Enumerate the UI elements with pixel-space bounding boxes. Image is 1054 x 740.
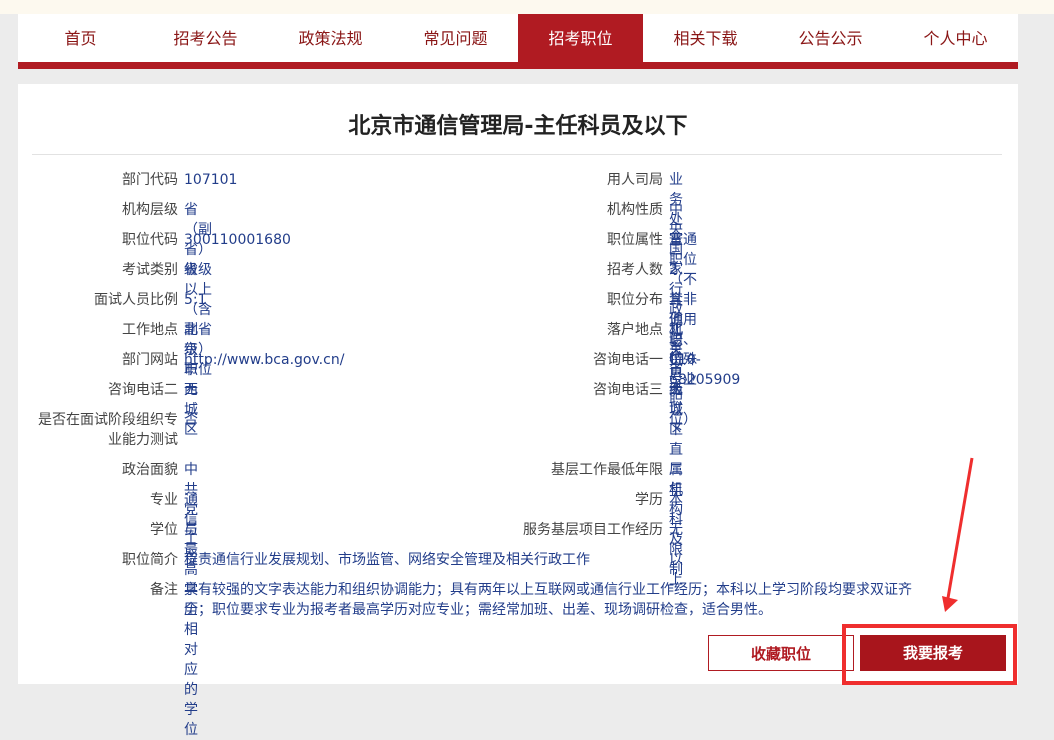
phone1-label: 咨询电话一 <box>593 352 663 368</box>
title-divider <box>32 154 1002 155</box>
dept-code-label: 部门代码 <box>122 172 178 188</box>
phone3-value: 无 <box>669 382 683 398</box>
pro-test-label-line1: 是否在面试阶段组织专 <box>38 412 178 428</box>
dept-website-link[interactable]: http://www.bca.gov.cn/ <box>184 350 344 370</box>
nav-home[interactable]: 首页 <box>18 14 143 62</box>
org-nature-label: 机构性质 <box>607 202 663 218</box>
main-nav: 首页 招考公告 政策法规 常见问题 招考职位 相关下载 公告公示 个人中心 <box>18 14 1018 62</box>
nav-notices[interactable]: 公告公示 <box>768 14 893 62</box>
hire-count-value: 2 <box>669 262 678 278</box>
nav-downloads[interactable]: 相关下载 <box>643 14 768 62</box>
nav-faq[interactable]: 常见问题 <box>393 14 518 62</box>
pro-test-value: 否 <box>184 412 198 428</box>
nav-user-center[interactable]: 个人中心 <box>893 14 1018 62</box>
interview-ratio-value: 5:1 <box>184 292 207 308</box>
nav-policies[interactable]: 政策法规 <box>268 14 393 62</box>
interview-ratio-label: 面试人员比例 <box>94 292 178 308</box>
favorite-position-button[interactable]: 收藏职位 <box>708 635 854 671</box>
apply-button[interactable]: 我要报考 <box>860 635 1006 671</box>
hiring-division-label: 用人司局 <box>607 172 663 188</box>
intro-label: 职位简介 <box>122 552 178 568</box>
nav-positions[interactable]: 招考职位 <box>518 14 643 62</box>
min-grassroots-label: 基层工作最低年限 <box>551 462 663 478</box>
page-title: 北京市通信管理局-主任科员及以下 <box>348 114 688 139</box>
position-detail-card: 北京市通信管理局-主任科员及以下 部门代码 107101 用人司局 业务处室 机… <box>18 84 1018 738</box>
political-label: 政治面貌 <box>122 462 178 478</box>
notes-label: 备注 <box>150 582 178 598</box>
org-level-label: 机构层级 <box>122 202 178 218</box>
dept-website-label: 部门网站 <box>122 352 178 368</box>
exam-type-label: 考试类别 <box>122 262 178 278</box>
nav-announcements[interactable]: 招考公告 <box>143 14 268 62</box>
notes-value-line2: 全；职位要求专业为报考者最高学历对应专业；需经常加班、出差、现场调研检查，适合男… <box>184 602 772 618</box>
intro-value: 负责通信行业发展规划、市场监管、网络安全管理及相关行政工作 <box>184 552 590 568</box>
dept-code-value: 107101 <box>184 172 238 188</box>
phone2-value: 无 <box>184 382 198 398</box>
degree-label: 学位 <box>150 522 178 538</box>
position-attr-label: 职位属性 <box>607 232 663 248</box>
service-exp-value: 无限制 <box>669 522 683 578</box>
top-strip <box>0 0 1054 14</box>
education-label: 学历 <box>635 492 663 508</box>
nav-underline <box>18 62 1018 69</box>
notes-value-line1: 具有较强的文字表达能力和组织协调能力；具有两年以上互联网或通信行业工作经历；本科… <box>184 582 912 598</box>
phone3-label: 咨询电话三 <box>593 382 663 398</box>
position-code-label: 职位代码 <box>122 232 178 248</box>
hukou-location-label: 落户地点 <box>607 322 663 338</box>
major-label: 专业 <box>150 492 178 508</box>
position-dist-label: 职位分布 <box>607 292 663 308</box>
phone2-label: 咨询电话二 <box>108 382 178 398</box>
service-exp-label: 服务基层项目工作经历 <box>523 522 663 538</box>
work-location-label: 工作地点 <box>122 322 178 338</box>
pro-test-label-line2: 业能力测试 <box>108 432 178 448</box>
hire-count-label: 招考人数 <box>607 262 663 278</box>
position-code-value: 300110001680 <box>184 232 291 248</box>
